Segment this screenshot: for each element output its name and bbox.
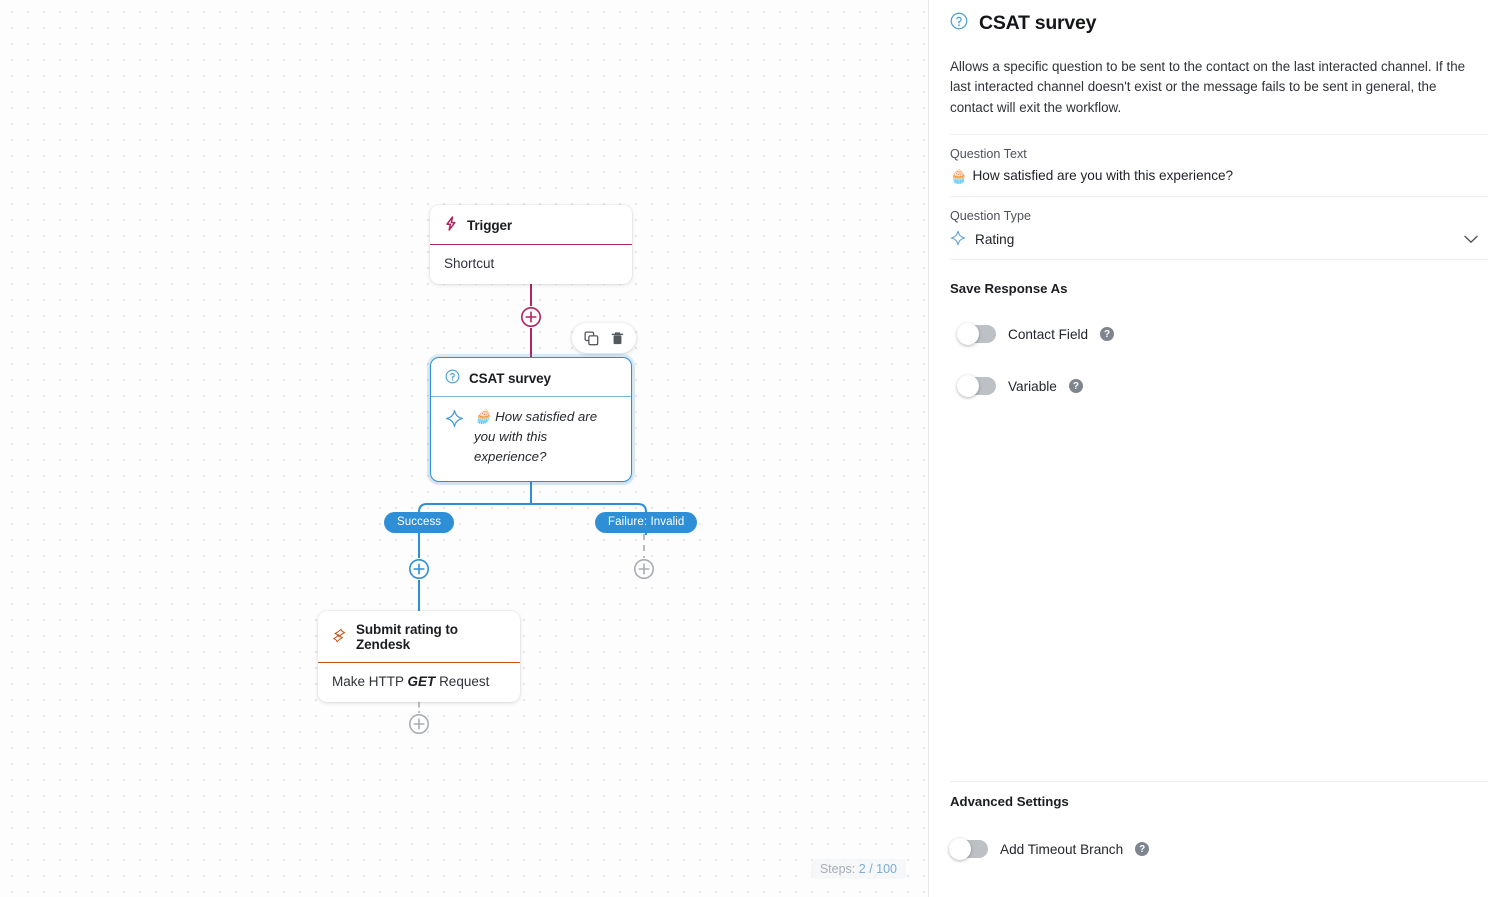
add-timeout-branch-label: Add Timeout Branch [1000, 841, 1124, 857]
contact-field-label: Contact Field [1008, 326, 1089, 342]
add-step-after-zendesk-button[interactable] [408, 713, 430, 735]
save-response-title: Save Response As [950, 281, 1068, 297]
toggle-row-variable[interactable]: Variable ? [957, 375, 1488, 398]
node-zendesk-title: Submit rating to Zendesk [356, 622, 458, 652]
cupcake-emoji: 🧁 [950, 167, 968, 184]
toggle-knob [957, 375, 979, 398]
sparkle-icon [445, 409, 464, 431]
copy-icon[interactable] [581, 328, 601, 348]
trash-icon[interactable] [607, 328, 627, 348]
add-step-success-branch-button[interactable] [408, 558, 430, 580]
cupcake-emoji: 🧁 [474, 408, 492, 424]
node-zendesk-body-prefix: Make HTTP [332, 674, 404, 689]
sparkle-icon [950, 230, 966, 249]
question-type-field[interactable]: Question Type Rating [950, 197, 1488, 259]
add-step-after-trigger-button[interactable] [520, 306, 542, 328]
question-text-field[interactable]: Question Text 🧁 How satisfied are you wi… [950, 135, 1488, 183]
panel-header: CSAT survey [950, 0, 1488, 37]
question-text-value[interactable]: 🧁 How satisfied are you with this experi… [950, 168, 1488, 183]
node-trigger[interactable]: Trigger Shortcut [430, 205, 632, 284]
node-csat-title: CSAT survey [469, 370, 551, 386]
panel-description: Allows a specific question to be sent to… [950, 59, 1466, 115]
question-type-label: Question Type [950, 209, 1031, 224]
variable-toggle[interactable] [957, 375, 996, 398]
branch-pill-success[interactable]: Success [384, 512, 455, 533]
question-circle-icon [445, 369, 460, 387]
advanced-settings-section: Advanced Settings Add Timeout Branch ? [949, 794, 1488, 860]
add-timeout-branch-toggle[interactable] [949, 838, 988, 860]
add-step-failure-branch-button[interactable] [633, 558, 655, 580]
help-icon[interactable]: ? [1100, 327, 1115, 342]
divider [950, 781, 1488, 782]
help-icon[interactable]: ? [1135, 842, 1150, 856]
save-response-section: Save Response As Contact Field ? Variabl… [950, 260, 1488, 398]
branch-pill-failure[interactable]: Failure: Invalid [595, 512, 698, 533]
lightning-bolt-icon [444, 216, 458, 234]
contact-field-toggle[interactable] [957, 323, 996, 346]
chevron-down-icon[interactable] [1464, 231, 1478, 249]
toggle-row-add-timeout-branch[interactable]: Add Timeout Branch ? [949, 838, 1488, 860]
toggle-row-contact-field[interactable]: Contact Field ? [957, 323, 1488, 346]
node-trigger-body: Shortcut [444, 256, 495, 271]
node-trigger-header: Trigger [430, 205, 632, 245]
workflow-canvas[interactable]: Trigger Shortcut CSAT survey 🧁 How satis… [0, 0, 929, 897]
node-zendesk-header: Submit rating to Zendesk [318, 611, 520, 663]
steps-counter-value: 2 / 100 [858, 862, 897, 876]
variable-label: Variable [1008, 378, 1057, 394]
node-zendesk-http-verb: GET [407, 674, 436, 689]
properties-panel: CSAT survey Allows a specific question t… [929, 0, 1497, 897]
toggle-knob [949, 838, 971, 860]
help-icon[interactable]: ? [1068, 379, 1083, 394]
node-csat-message: 🧁 How satisfied are you with this experi… [474, 407, 617, 468]
node-trigger-title: Trigger [467, 217, 513, 233]
steps-counter-label: Steps: [819, 862, 856, 876]
node-csat-body: 🧁 How satisfied are you with this experi… [431, 397, 631, 481]
question-text-label: Question Text [950, 147, 1027, 162]
workflow-editor: Trigger Shortcut CSAT survey 🧁 How satis… [0, 0, 1497, 897]
node-csat-message-text: How satisfied are you with this experien… [474, 409, 598, 465]
node-csat-header: CSAT survey [431, 358, 631, 397]
node-zendesk-body: Make HTTP GET Request [318, 663, 520, 702]
node-toolbar[interactable] [572, 323, 636, 353]
page-title: CSAT survey [979, 12, 1097, 34]
question-type-select[interactable]: Rating [950, 230, 1488, 259]
question-circle-icon [950, 12, 968, 35]
question-text-input[interactable]: How satisfied are you with this experien… [972, 168, 1233, 183]
question-type-value: Rating [975, 232, 1015, 248]
steps-counter: Steps: 2 / 100 [810, 859, 906, 879]
zendesk-bolt-icon [332, 628, 347, 646]
toggle-knob [957, 323, 979, 346]
node-zendesk-body-suffix: Request [439, 674, 490, 689]
node-csat-survey[interactable]: CSAT survey 🧁 How satisfied are you with… [430, 357, 632, 482]
node-submit-rating-zendesk[interactable]: Submit rating to Zendesk Make HTTP GET R… [318, 611, 520, 702]
advanced-settings-title: Advanced Settings [950, 794, 1069, 809]
